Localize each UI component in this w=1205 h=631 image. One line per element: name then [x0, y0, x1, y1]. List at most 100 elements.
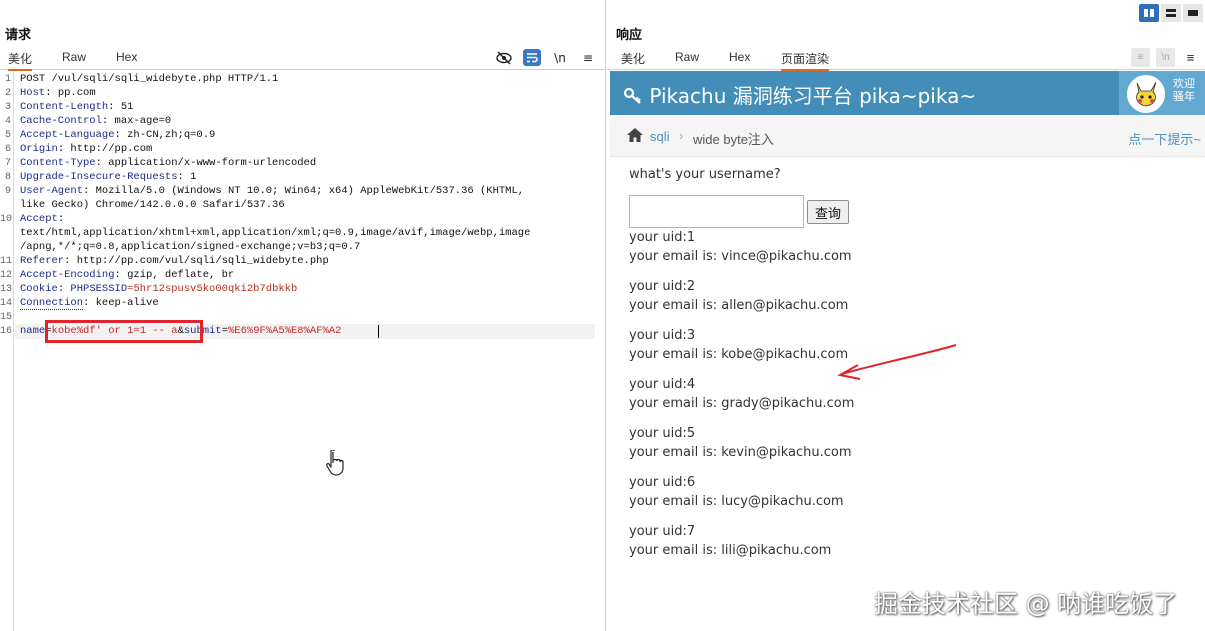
line-number: 13: [0, 284, 13, 295]
query-button[interactable]: 查询: [807, 200, 849, 224]
watermark: 掘金技术社区 @ 呐谁吃饭了: [874, 590, 1178, 618]
header-value: : 1: [177, 171, 197, 183]
response-tab-pretty[interactable]: 美化: [621, 50, 645, 67]
newline-icon[interactable]: \n: [551, 49, 569, 66]
param-name-key: name: [20, 325, 46, 337]
line-number: 12: [0, 270, 13, 281]
header-value: : 51: [108, 101, 134, 113]
line-number: 5: [4, 130, 11, 141]
split-horizontal-icon[interactable]: [1161, 4, 1181, 22]
line-number: 7: [4, 158, 11, 169]
result-email: your email is: grady@pikachu.com: [629, 396, 855, 411]
request-header-line: Accept-Language: zh-CN,zh;q=0.9: [20, 128, 215, 142]
username-input[interactable]: [629, 195, 804, 228]
line-number: 8: [4, 172, 11, 183]
request-header-line: like Gecko) Chrome/142.0.0.0 Safari/537.…: [20, 198, 285, 212]
header-key: Referer: [20, 255, 65, 267]
annotation-arrow: [837, 344, 957, 380]
header-value: :: [57, 283, 71, 295]
hint-link[interactable]: 点一下提示~: [1128, 129, 1201, 148]
response-tab-raw[interactable]: Raw: [675, 50, 699, 64]
header-key: Host: [20, 87, 46, 99]
response-tab-hex[interactable]: Hex: [729, 50, 750, 64]
request-tab-row: 美化 Raw Hex \n ≡: [0, 46, 605, 71]
request-header-line: Accept:: [20, 212, 64, 226]
single-pane-icon[interactable]: [1183, 4, 1203, 22]
request-header-line: Connection: keep-alive: [20, 296, 159, 310]
menu-icon[interactable]: ≡: [579, 49, 597, 66]
request-tab-hex[interactable]: Hex: [116, 50, 137, 64]
header-key: Origin: [20, 143, 58, 155]
header-value: text/html,application/xhtml+xml,applicat…: [20, 227, 531, 239]
user-menu[interactable]: 欢迎 骚年: [1119, 71, 1205, 115]
line-number: 9: [4, 186, 11, 197]
request-tab-raw[interactable]: Raw: [62, 50, 86, 64]
line-number-gutter: [0, 72, 14, 631]
result-uid: your uid:1: [629, 230, 696, 245]
eye-off-icon[interactable]: [495, 49, 513, 66]
username-question: what's your username?: [629, 167, 781, 182]
welcome-text: 欢迎 骚年: [1173, 78, 1195, 104]
request-editor[interactable]: 1 POST /vul/sqli/sqli_widebyte.php HTTP/1…: [0, 72, 606, 631]
header-value: : http://pp.com/vul/sqli/sqli_widebyte.p…: [64, 255, 329, 267]
request-header-line: /apng,*/*;q=0.8,application/signed-excha…: [20, 240, 360, 254]
line-number: 14: [0, 298, 13, 309]
response-title: 响应: [616, 27, 643, 42]
site-logo[interactable]: Pikachu 漏洞练习平台 pika~pika~: [623, 80, 976, 109]
result-email: your email is: lili@pikachu.com: [629, 543, 832, 558]
menu-icon[interactable]: ≡: [1181, 48, 1200, 67]
response-tab-render[interactable]: 页面渲染: [781, 50, 830, 71]
line-number: 4: [4, 116, 11, 127]
header-value: /apng,*/*;q=0.8,application/signed-excha…: [20, 241, 361, 253]
chevron-right-icon: ›: [679, 128, 684, 143]
site-logo-text: Pikachu 漏洞练习平台 pika~pika~: [649, 84, 977, 108]
breadcrumb-link-sqli[interactable]: sqli: [650, 129, 670, 144]
header-value: : keep-alive: [83, 297, 159, 309]
header-value: : pp.com: [45, 87, 96, 99]
header-value: : zh-CN,zh;q=0.9: [114, 129, 216, 141]
response-toolbar: ≡ \n ≡: [1131, 48, 1200, 67]
request-header-line: Cookie: PHPSESSID=5hr12spusv5ko00qki2b7d…: [20, 282, 297, 296]
header-value: : gzip, deflate, br: [114, 269, 235, 281]
request-title: 请求: [5, 27, 32, 42]
request-header-line: User-Agent: Mozilla/5.0 (Windows NT 10.0…: [20, 184, 524, 198]
header-key: User-Agent: [20, 185, 84, 197]
cookie-name: PHPSESSID: [70, 283, 128, 295]
result-email: your email is: kevin@pikachu.com: [629, 445, 852, 460]
header-key: Cookie: [20, 283, 58, 295]
split-vertical-icon[interactable]: [1139, 4, 1159, 22]
request-header-line: Referer: http://pp.com/vul/sqli/sqli_wid…: [20, 254, 329, 268]
header-value: POST /vul/sqli/sqli_widebyte.php HTTP/1.…: [20, 73, 279, 85]
line-number: 10: [0, 214, 13, 225]
burp-repeater-window: 请求 美化 Raw Hex \n ≡ 1 POST /vul/sqli/sqli_…: [0, 0, 1205, 631]
line-number: 1: [4, 74, 11, 85]
header-value: like Gecko) Chrome/142.0.0.0 Safari/537.…: [20, 199, 285, 211]
request-header-line: Accept-Encoding: gzip, deflate, br: [20, 268, 234, 282]
header-key: Connection: [20, 297, 84, 310]
welcome-line: 欢迎: [1173, 78, 1195, 90]
result-uid: your uid:2: [629, 279, 696, 294]
cookie-value: =5hr12spusv5ko00qki2b7dbkkb: [127, 283, 298, 295]
home-icon[interactable]: [626, 127, 644, 148]
request-header-line: POST /vul/sqli/sqli_widebyte.php HTTP/1.…: [20, 72, 278, 86]
request-pane: 请求 美化 Raw Hex \n ≡ 1 POST /vul/sqli/sqli_…: [0, 0, 606, 631]
wrap-icon[interactable]: ≡: [1131, 48, 1150, 67]
line-number: 6: [4, 144, 11, 155]
header-key: Accept-Language: [20, 129, 115, 141]
header-key: Upgrade-Insecure-Requests: [20, 171, 178, 183]
breadcrumb: sqli › wide byte注入 点一下提示~: [610, 115, 1205, 157]
text-cursor: [378, 325, 379, 338]
param-submit-value: %E6%9F%A5%E8%AF%A2: [228, 325, 342, 337]
header-key: Accept: [20, 213, 58, 225]
header-value: : max-age=0: [101, 115, 172, 127]
request-tab-pretty[interactable]: 美化: [8, 50, 33, 71]
result-email: your email is: kobe@pikachu.com: [629, 347, 849, 362]
newline-icon[interactable]: \n: [1156, 48, 1175, 67]
header-value: : Mozilla/5.0 (Windows NT 10.0; Win64; x…: [83, 185, 525, 197]
request-toolbar: \n ≡: [495, 49, 597, 66]
request-header-line: Cache-Control: max-age=0: [20, 114, 171, 128]
header-value: : http://pp.com: [57, 143, 153, 155]
hand-pointer-icon: [326, 448, 346, 482]
response-tab-row: 美化 Raw Hex 页面渲染 ≡ \n ≡: [607, 46, 1205, 71]
wrap-icon[interactable]: [523, 49, 541, 66]
